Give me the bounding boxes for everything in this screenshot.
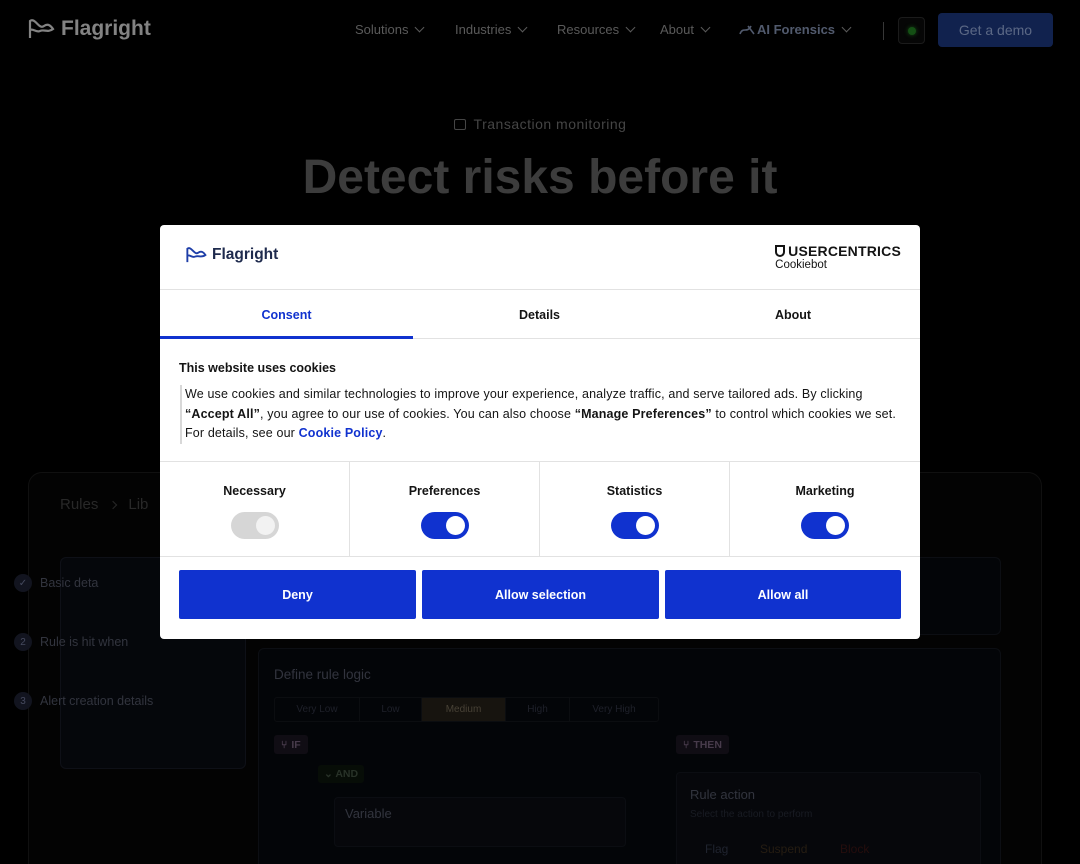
consent-tabs: Consent Details About <box>160 291 920 339</box>
statistics-toggle[interactable] <box>611 512 659 539</box>
tab-about[interactable]: About <box>666 291 920 338</box>
shield-icon <box>775 245 786 257</box>
necessary-toggle <box>231 512 279 539</box>
tab-details[interactable]: Details <box>413 291 666 338</box>
dialog-header: Flagright USERCENTRICS Cookiebot <box>160 225 920 290</box>
consent-description: We use cookies and similar technologies … <box>180 385 900 444</box>
preferences-toggle[interactable] <box>421 512 469 539</box>
category-statistics: Statistics <box>540 462 730 556</box>
deny-button[interactable]: Deny <box>179 570 416 619</box>
category-marketing: Marketing <box>730 462 920 556</box>
cookie-categories: Necessary Preferences Statistics Marketi… <box>160 461 920 557</box>
category-preferences: Preferences <box>350 462 540 556</box>
dialog-brand-logo: Flagright <box>185 246 278 264</box>
flagright-logo-icon <box>186 247 207 263</box>
marketing-toggle[interactable] <box>801 512 849 539</box>
allow-all-button[interactable]: Allow all <box>665 570 901 619</box>
consent-title: This website uses cookies <box>179 361 337 375</box>
cookie-consent-dialog: Flagright USERCENTRICS Cookiebot Consent… <box>160 225 920 639</box>
category-necessary: Necessary <box>160 462 350 556</box>
cookie-policy-link[interactable]: Cookie Policy <box>299 426 383 440</box>
tab-consent[interactable]: Consent <box>160 291 413 339</box>
usercentrics-logo[interactable]: USERCENTRICS Cookiebot <box>775 243 901 271</box>
dialog-brand-name: Flagright <box>212 246 279 263</box>
allow-selection-button[interactable]: Allow selection <box>422 570 659 619</box>
